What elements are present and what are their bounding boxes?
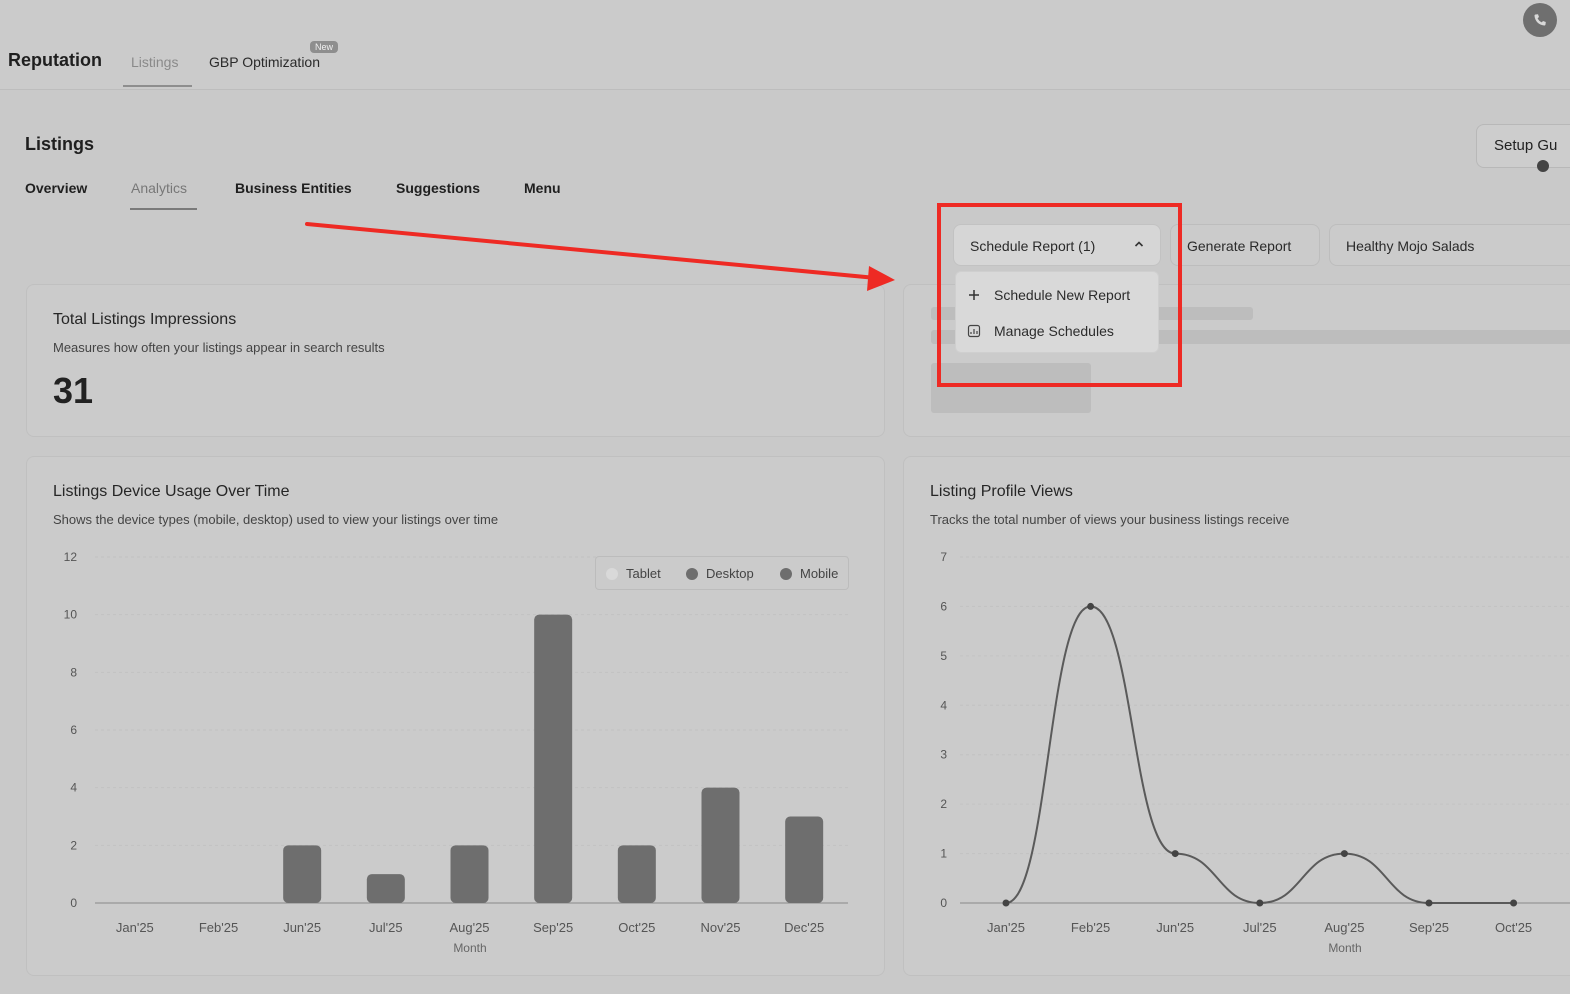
arrow-head [867,266,895,291]
annotation-arrow [305,222,895,291]
